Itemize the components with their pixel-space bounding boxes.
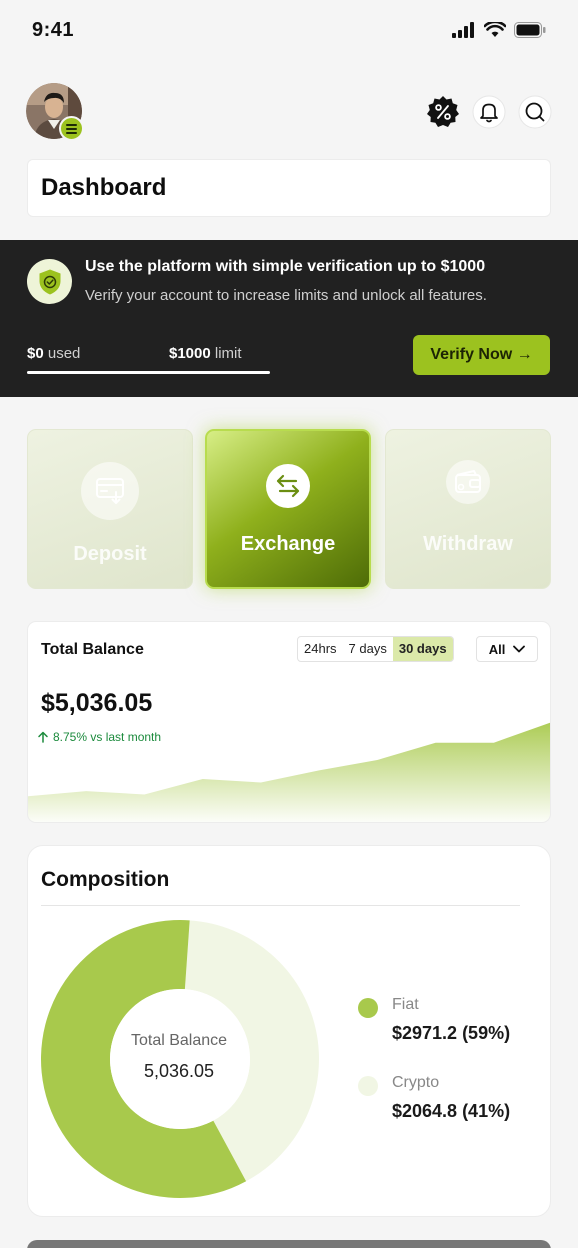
- donut-hole: [110, 989, 250, 1129]
- battery-icon: [514, 22, 546, 38]
- divider: [41, 905, 520, 906]
- page-title: Dashboard: [41, 174, 167, 201]
- limit-amount: $1000: [169, 345, 211, 362]
- limit-label: limit: [214, 345, 242, 362]
- shield-icon: [27, 259, 72, 304]
- tab-30-days[interactable]: 30 days: [392, 637, 453, 661]
- used-amount: $0: [27, 345, 44, 362]
- balance-value: $5,036.05: [41, 689, 153, 717]
- donut-center-value: 5,036.05: [143, 1061, 215, 1081]
- withdraw-label: Withdraw: [423, 533, 513, 555]
- composition-card: Composition Total Balance 5,036.05 Fiat …: [27, 845, 551, 1217]
- verify-now-button[interactable]: Verify Now →: [413, 335, 550, 375]
- filter-select[interactable]: All: [476, 636, 538, 662]
- limit-progress-bar: [27, 371, 270, 374]
- exchange-card[interactable]: Exchange: [205, 429, 371, 589]
- legend-dot-crypto: [358, 1076, 378, 1096]
- menu-icon[interactable]: [59, 116, 84, 141]
- deposit-label: Deposit: [73, 543, 147, 565]
- balance-change-text: 8.75% vs last month: [53, 730, 162, 744]
- status-time: 9:41: [32, 19, 75, 41]
- filter-label: All: [488, 641, 506, 657]
- tab-7-days[interactable]: 7 days: [343, 637, 393, 661]
- total-balance-card: Total Balance 24hrs 7 days 30 days All $…: [27, 621, 551, 823]
- used-label: used: [47, 345, 81, 362]
- legend-name-fiat: Fiat: [392, 996, 419, 1013]
- legend-dot-fiat: [358, 998, 378, 1018]
- composition-donut-chart: [41, 920, 319, 1198]
- deposit-card[interactable]: Deposit: [27, 429, 193, 589]
- status-icons: [452, 22, 546, 38]
- tab-24hrs[interactable]: 24hrs: [298, 637, 343, 661]
- exchange-arrows-icon: [266, 464, 310, 508]
- limit-total: $1000 limit: [169, 345, 242, 362]
- withdraw-card[interactable]: Withdraw: [385, 429, 551, 589]
- range-tabs: 24hrs 7 days 30 days: [297, 636, 454, 662]
- wifi-icon: [484, 22, 506, 37]
- page-title-card: Dashboard: [27, 159, 551, 217]
- search-icon[interactable]: [517, 94, 553, 130]
- exchange-label: Exchange: [240, 533, 336, 555]
- deposit-card-icon: [81, 462, 139, 520]
- discount-icon[interactable]: [425, 94, 461, 130]
- signal-icon: [452, 22, 474, 38]
- balance-title: Total Balance: [41, 641, 144, 658]
- limit-used: $0 used: [27, 345, 80, 362]
- legend-name-crypto: Crypto: [392, 1074, 440, 1091]
- wallet-icon: [446, 460, 490, 504]
- status-bar: 9:41: [0, 0, 578, 62]
- legend-value-fiat: $2971.2 (59%): [392, 1023, 511, 1043]
- bell-icon[interactable]: [471, 94, 507, 130]
- arrow-up-icon: [38, 731, 48, 743]
- balance-change: 8.75% vs last month: [37, 730, 161, 744]
- donut-center-label: Total Balance: [130, 1032, 228, 1049]
- verification-subtitle: Verify your account to increase limits a…: [85, 287, 487, 304]
- legend-value-crypto: $2064.8 (41%): [392, 1101, 511, 1121]
- chevron-down-icon: [513, 645, 526, 653]
- bottom-sheet-edge: [27, 1240, 551, 1248]
- verification-banner: Use the platform with simple verificatio…: [0, 240, 578, 397]
- composition-title: Composition: [41, 868, 170, 891]
- verification-title: Use the platform with simple verificatio…: [85, 258, 486, 275]
